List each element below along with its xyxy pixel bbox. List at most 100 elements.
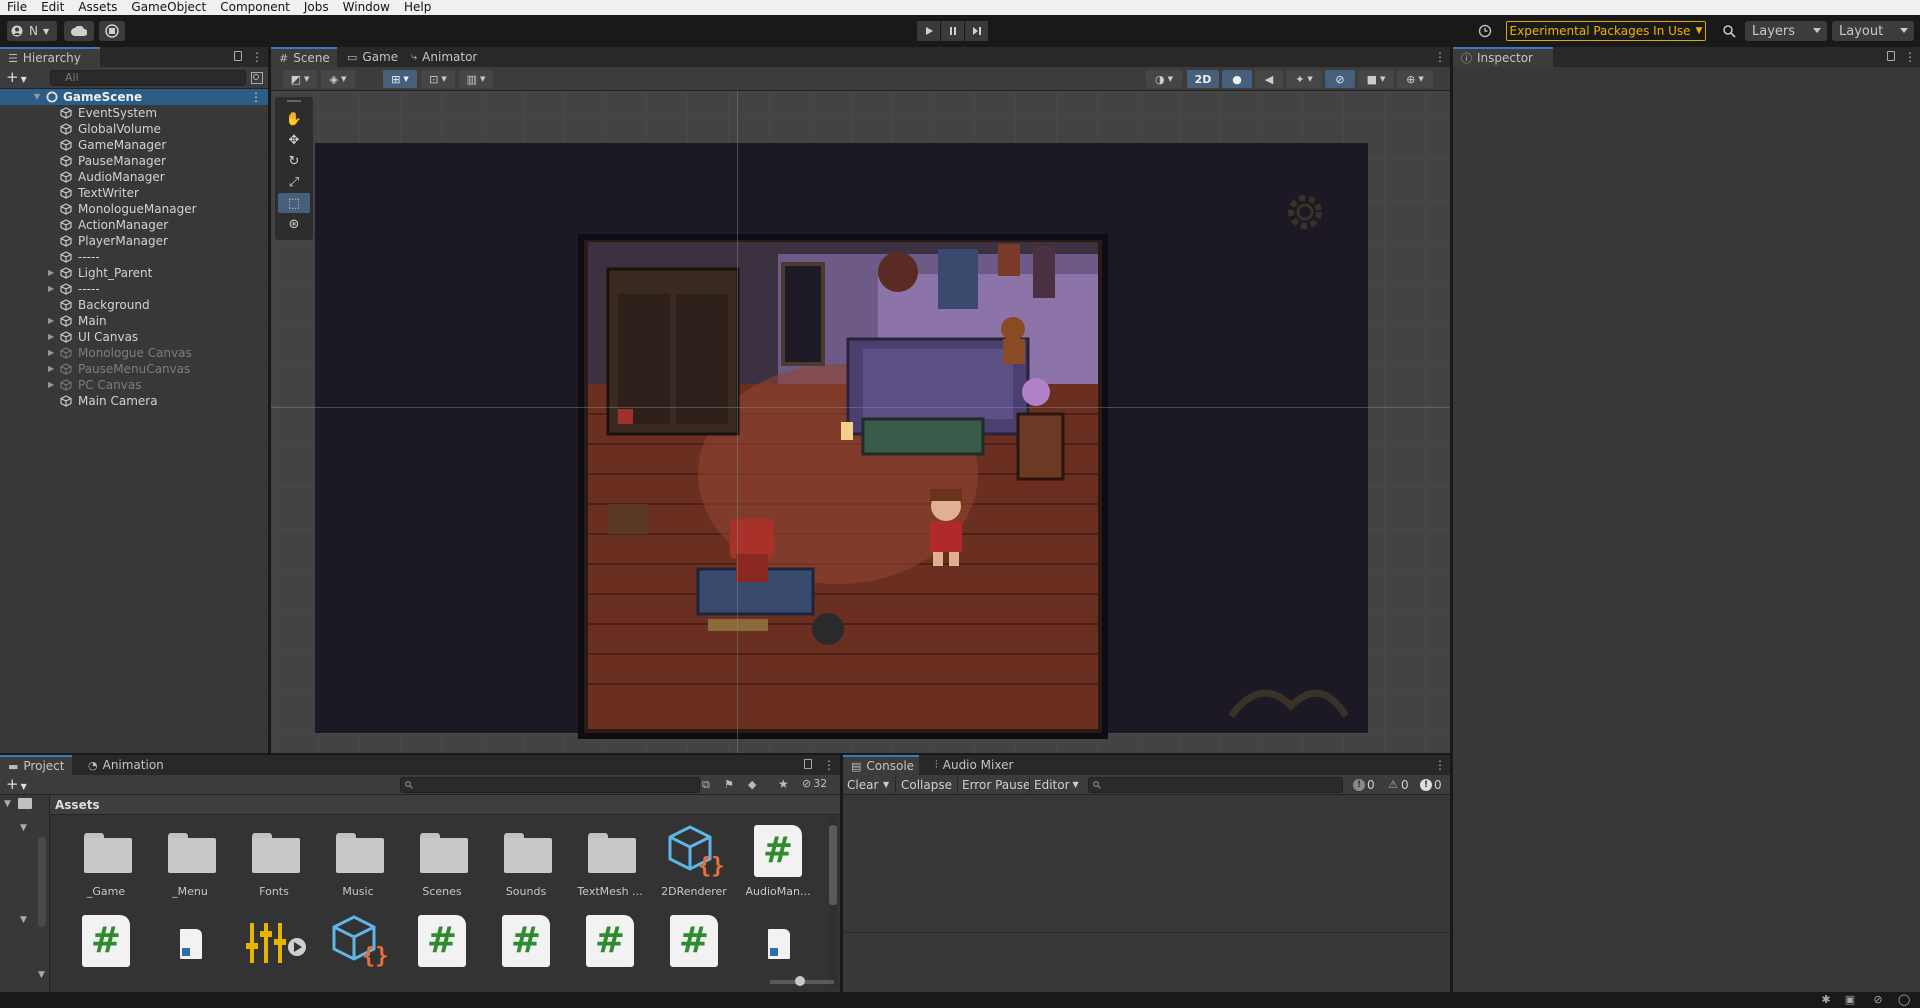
camera-dropdown[interactable]: ■ ▼ [1358,70,1394,88]
menu-edit[interactable]: Edit [34,0,71,15]
hierarchy-item[interactable]: ▶ PC Canvas [0,377,268,393]
mode-2d-toggle[interactable]: 2D [1187,70,1219,88]
progress-icon[interactable]: ✱ [1820,994,1832,1006]
hierarchy-item[interactable]: ▶ UI Canvas [0,329,268,345]
graphics-icon[interactable]: ▣ [1844,994,1856,1006]
hierarchy-search-input[interactable]: All [50,70,246,86]
status-check-icon[interactable]: ◯ [1898,994,1910,1006]
asset-tile[interactable]: {} 2DRenderer [652,817,736,907]
asset-tile[interactable]: # [568,907,652,992]
add-object-button[interactable]: + ▼ [6,69,27,88]
scale-tool[interactable]: ⤢ [278,172,310,192]
collapse-toggle[interactable]: Collapse [901,775,952,795]
foldout-closed-icon[interactable]: ▶ [48,313,58,329]
hierarchy-item[interactable]: ----- [0,249,268,265]
rotate-tool[interactable]: ↻ [278,151,310,171]
rect-tool[interactable]: ⬚ [278,193,310,213]
asset-tile[interactable]: {} [316,907,400,992]
experimental-packages-button[interactable]: Experimental Packages In Use ▼ [1506,21,1706,41]
asset-tile[interactable] [148,907,232,992]
kebab-menu-icon[interactable]: ⋮ [1434,758,1446,772]
tab-audio-mixer[interactable]: ⫶ Audio Mixer [927,755,1021,775]
search-options-icon[interactable] [251,72,263,84]
asset-tile[interactable]: _Game [64,817,148,907]
undo-history-button[interactable] [1473,21,1497,41]
error-pause-toggle[interactable]: Error Pause [962,775,1030,795]
asset-tile[interactable]: Fonts [232,817,316,907]
hierarchy-item[interactable]: Background [0,297,268,313]
cloud-button[interactable] [64,21,94,41]
increment-snap-dropdown[interactable]: ▥ ▼ [459,70,493,88]
hierarchy-item[interactable]: ▶ Light_Parent [0,265,268,281]
project-search-input[interactable] [400,777,700,793]
hierarchy-item[interactable]: ▶ Monologue Canvas [0,345,268,361]
asset-tile[interactable]: Sounds [484,817,568,907]
tree-scrollbar[interactable] [38,837,46,927]
asset-tile[interactable]: # [484,907,568,992]
foldout-open-icon[interactable]: ▼ [20,915,27,925]
search-button[interactable] [1717,21,1741,41]
audio-toggle[interactable]: ◀ [1255,70,1283,88]
shading-mode-dropdown[interactable]: ◑ ▼ [1146,70,1182,88]
asset-tile[interactable]: TextMesh ... [568,817,652,907]
hierarchy-item[interactable]: Main Camera [0,393,268,409]
console-search-input[interactable] [1088,777,1343,793]
layout-dropdown[interactable]: Layout [1832,21,1914,41]
search-by-type-icon[interactable]: ⧉ [702,778,710,792]
tab-hierarchy[interactable]: ☰ Hierarchy [0,47,100,67]
foldout-open-icon[interactable]: ▼ [20,823,27,833]
lock-icon[interactable] [234,51,242,61]
editor-target-dropdown[interactable]: Editor ▼ [1034,775,1079,795]
console-detail-divider[interactable] [843,932,1450,933]
clear-options-dropdown[interactable]: ▼ [883,775,889,795]
warning-count-toggle[interactable]: ⚠ 0 [1387,777,1409,793]
search-by-label-icon[interactable]: ⚑ [724,778,734,791]
foldout-closed-icon[interactable]: ▶ [48,377,58,393]
asset-tile[interactable]: Music [316,817,400,907]
asset-tile[interactable]: Scenes [400,817,484,907]
tab-console[interactable]: ▤ Console [843,755,919,775]
tab-animator[interactable]: ⤷ Animator [403,47,485,67]
asset-tile[interactable] [232,907,316,992]
foldout-closed-icon[interactable]: ▶ [48,361,58,377]
kebab-menu-icon[interactable]: ⋮ [823,758,835,772]
grid-snap-dropdown[interactable]: ⊡ ▼ [421,70,455,88]
icon-size-slider-knob[interactable] [795,976,805,986]
log-count-toggle[interactable]: ! 0 [1353,777,1375,793]
hierarchy-item[interactable]: ▶ ----- [0,281,268,297]
scrollbar-thumb[interactable] [829,825,837,905]
asset-tile[interactable]: _Menu [148,817,232,907]
foldout-closed-icon[interactable]: ▶ [48,281,58,297]
kebab-menu-icon[interactable]: ⋮ [1434,50,1446,64]
step-button[interactable] [965,21,988,41]
asset-tile[interactable]: # [652,907,736,992]
effects-dropdown[interactable]: ✦ ▼ [1286,70,1322,88]
hierarchy-item[interactable]: PauseManager [0,153,268,169]
create-asset-button[interactable]: + ▼ [6,776,27,795]
favorites-star-icon[interactable]: ★ [778,777,789,791]
render-mode-dropdown[interactable]: ◈ ▼ [321,70,355,88]
assets-breadcrumb[interactable]: Assets [50,795,840,815]
kebab-menu-icon[interactable]: ⋮ [250,89,262,105]
menu-help[interactable]: Help [397,0,438,15]
snap-toggle[interactable]: ⊞ ▼ [383,70,417,88]
asset-tile[interactable]: # [64,907,148,992]
asset-tile[interactable]: # [400,907,484,992]
foldout-closed-icon[interactable]: ▶ [48,329,58,345]
debug-icon[interactable]: ⊘ [1872,994,1884,1006]
menu-jobs[interactable]: Jobs [297,0,336,15]
foldout-open-icon[interactable]: ▼ [34,89,44,105]
tab-inspector[interactable]: ⓘ Inspector [1453,47,1553,67]
lighting-toggle[interactable]: ● [1222,70,1252,88]
tab-project[interactable]: ▬ Project [0,755,72,775]
clear-button[interactable]: Clear [847,775,878,795]
hierarchy-item[interactable]: AudioManager [0,169,268,185]
foldout-open-icon[interactable]: ▼ [4,799,11,809]
hierarchy-item[interactable]: ActionManager [0,217,268,233]
play-button[interactable] [917,21,940,41]
tab-scene[interactable]: # Scene [271,47,337,67]
gizmos-dropdown[interactable]: ⊕ ▼ [1397,70,1433,88]
lock-icon[interactable] [804,759,812,769]
hierarchy-item[interactable]: EventSystem [0,105,268,121]
menu-window[interactable]: Window [336,0,397,15]
